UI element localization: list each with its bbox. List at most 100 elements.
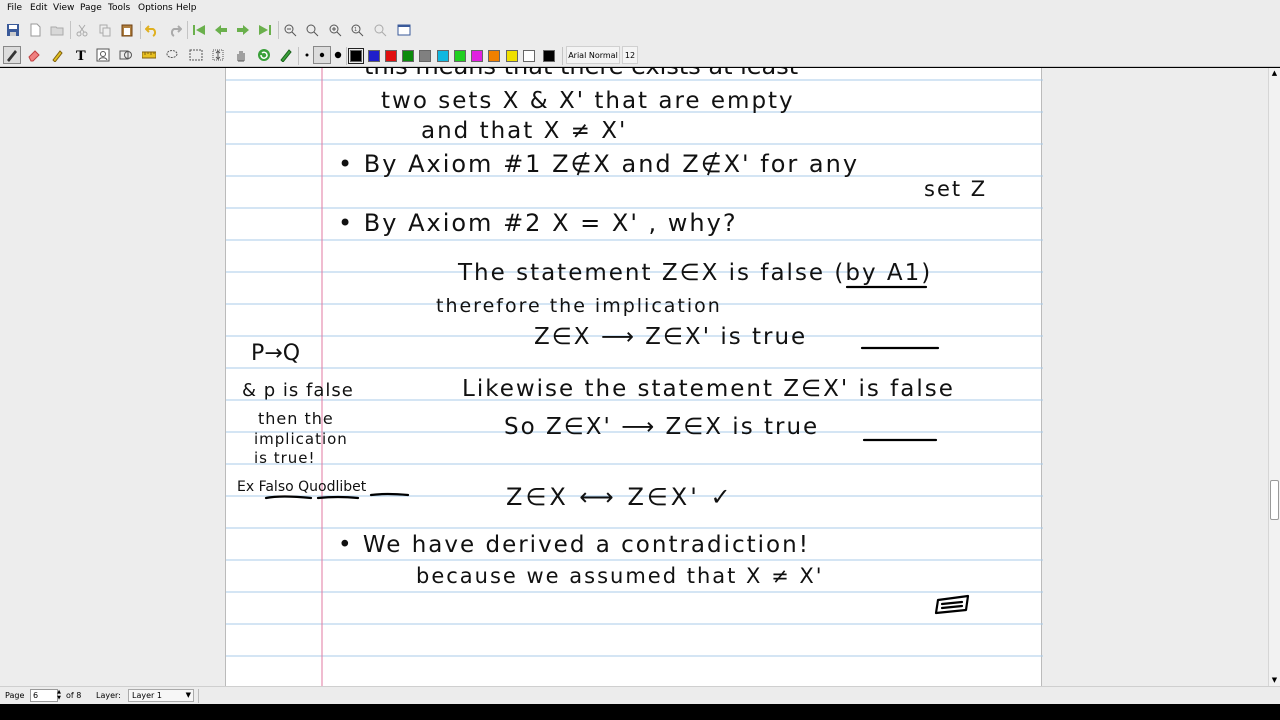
- new-button[interactable]: [26, 21, 44, 39]
- note-line-3: • By Axiom #1 Z∉X and Z∉X' for any: [338, 150, 859, 178]
- page-label: Page: [5, 691, 25, 700]
- note-line-1: two sets X & X' that are empty: [381, 88, 795, 114]
- note-line-6: The statement Z∈X is false (by A1): [457, 260, 932, 286]
- menu-help[interactable]: Help: [176, 3, 197, 13]
- vertical-space-button[interactable]: [209, 46, 227, 64]
- pen-icon: [7, 50, 17, 62]
- eraser-tool-button[interactable]: [25, 46, 43, 64]
- scroll-down-arrow-icon[interactable]: ▼: [1269, 675, 1280, 686]
- lined-paper-page[interactable]: this means that there exists at least tw…: [225, 68, 1043, 686]
- vertical-space-icon: [212, 49, 224, 61]
- menu-bar: File Edit View Page Tools Options Help: [0, 0, 1280, 17]
- image-tool-button[interactable]: [94, 46, 112, 64]
- note-line-9: Likewise the statement Z∈X' is false: [462, 376, 955, 402]
- color-blue-swatch[interactable]: [368, 50, 380, 62]
- canvas-area[interactable]: this means that there exists at least tw…: [0, 68, 1268, 686]
- layer-label: Layer:: [96, 691, 121, 700]
- vertical-scrollbar[interactable]: ▲ ▼: [1268, 68, 1280, 686]
- highlighter-tool-button[interactable]: [49, 46, 67, 64]
- note-line-10: So Z∈X' ⟶ Z∈X is true: [504, 414, 819, 440]
- last-page-button[interactable]: [256, 21, 274, 39]
- menu-page[interactable]: Page: [80, 3, 102, 13]
- fullscreen-button[interactable]: [395, 21, 413, 39]
- eraser-icon: [28, 50, 40, 62]
- menu-view[interactable]: View: [53, 3, 74, 13]
- status-bar: Page 6 ▲ ▼ of 8 Layer: Layer 1 ▼: [0, 686, 1280, 704]
- color-yellow-swatch[interactable]: [506, 50, 518, 62]
- note-line-8: Z∈X ⟶ Z∈X' is true: [534, 324, 807, 350]
- zoom-width-icon: [374, 24, 387, 37]
- lasso-select-button[interactable]: [163, 46, 181, 64]
- zoom-actual-icon: 1: [351, 24, 364, 37]
- cut-button[interactable]: [73, 21, 91, 39]
- previous-page-button[interactable]: [212, 21, 230, 39]
- page-number-input[interactable]: 6: [30, 689, 58, 702]
- brush-icon: [280, 49, 292, 62]
- open-button[interactable]: [48, 21, 66, 39]
- lasso-icon: [166, 50, 178, 58]
- redo-button[interactable]: [166, 21, 184, 39]
- menu-options[interactable]: Options: [138, 3, 173, 13]
- pen-tool-button[interactable]: [3, 46, 21, 64]
- color-green-swatch[interactable]: [402, 50, 414, 62]
- save-button[interactable]: [4, 21, 22, 39]
- screen-bottom-strip: [0, 704, 1280, 720]
- zoom-in-button[interactable]: [326, 21, 344, 39]
- note-line-11: Z∈X ⟷ Z∈X' ✓: [506, 483, 734, 511]
- scroll-up-arrow-icon[interactable]: ▲: [1269, 68, 1280, 79]
- menu-file[interactable]: File: [7, 3, 22, 13]
- tools-toolbar: T: [0, 43, 1280, 67]
- color-custom-swatch[interactable]: [543, 50, 555, 62]
- margin-note-4: is true!: [254, 449, 316, 467]
- color-gray-swatch[interactable]: [419, 50, 431, 62]
- note-line-5: • By Axiom #2 X = X' , why?: [338, 209, 738, 237]
- hand-tool-button[interactable]: [232, 46, 250, 64]
- page-drawing[interactable]: this means that there exists at least tw…: [226, 68, 1043, 686]
- paste-button[interactable]: [118, 21, 136, 39]
- refresh-icon: [258, 49, 270, 61]
- zoom-icon: [306, 24, 319, 37]
- color-lightblue-swatch[interactable]: [437, 50, 449, 62]
- zoom-in-icon: [329, 24, 342, 37]
- shape-pen-button[interactable]: [277, 46, 295, 64]
- next-page-button[interactable]: [234, 21, 252, 39]
- image-icon: [96, 48, 110, 62]
- zoom-fit-button[interactable]: [303, 21, 321, 39]
- menu-tools[interactable]: Tools: [108, 3, 130, 13]
- default-pen-button[interactable]: [255, 46, 273, 64]
- zoom-out-button[interactable]: [281, 21, 299, 39]
- shape-recognizer-button[interactable]: [117, 46, 135, 64]
- page-spinner-icon[interactable]: ▲ ▼: [55, 689, 63, 702]
- first-page-button[interactable]: [190, 21, 208, 39]
- zoom-100-button[interactable]: 1: [348, 21, 366, 39]
- folder-icon: [50, 26, 64, 36]
- scroll-thumb[interactable]: [1270, 480, 1279, 520]
- margin-note-2: then the: [258, 409, 334, 428]
- rect-select-button[interactable]: [187, 46, 205, 64]
- menu-edit[interactable]: Edit: [30, 3, 47, 13]
- undo-button[interactable]: [143, 21, 161, 39]
- color-red-swatch[interactable]: [385, 50, 397, 62]
- color-orange-swatch[interactable]: [488, 50, 500, 62]
- zoom-out-icon: [284, 24, 297, 37]
- color-black-swatch[interactable]: [348, 48, 364, 64]
- new-document-icon: [30, 23, 41, 37]
- font-size-button[interactable]: 12: [622, 46, 638, 64]
- ruler-button[interactable]: [140, 46, 158, 64]
- note-line-12: • We have derived a contradiction!: [338, 532, 810, 558]
- color-magenta-swatch[interactable]: [471, 50, 483, 62]
- font-button[interactable]: Arial Normal: [566, 46, 620, 64]
- dot-large-icon: [334, 51, 342, 59]
- zoom-width-button[interactable]: [371, 21, 389, 39]
- thickness-thick-button[interactable]: [329, 46, 347, 64]
- text-tool-button[interactable]: T: [72, 46, 90, 64]
- color-lightgreen-swatch[interactable]: [454, 50, 466, 62]
- svg-text:T: T: [76, 49, 86, 62]
- dot-small-icon: [305, 53, 309, 57]
- fullscreen-icon: [397, 24, 411, 36]
- note-line-2: and that X ≠ X': [421, 118, 627, 144]
- layer-select[interactable]: Layer 1 ▼: [128, 689, 194, 702]
- copy-button[interactable]: [96, 21, 114, 39]
- last-page-icon: [259, 25, 271, 35]
- color-white-swatch[interactable]: [523, 50, 535, 62]
